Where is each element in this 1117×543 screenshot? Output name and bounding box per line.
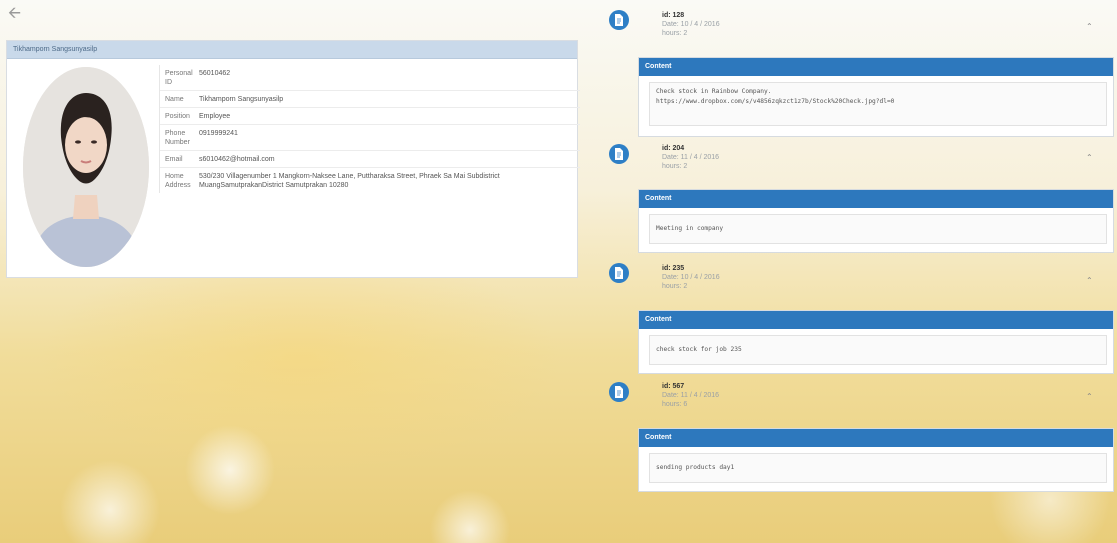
content-header: Content	[639, 429, 1113, 447]
profile-info: Personal ID 56010462 Name Tikhamporn San…	[159, 65, 580, 193]
entry-meta: id: 204 Date: 11 / 4 / 2016 hours: 2	[662, 144, 719, 171]
content-panel: Content Meeting in company	[638, 189, 1114, 253]
document-icon	[609, 144, 629, 164]
entry-date: Date: 11 / 4 / 2016	[662, 154, 720, 161]
content-header: Content	[639, 311, 1113, 329]
entry-hours: hours: 2	[662, 283, 688, 290]
chevron-up-icon[interactable]: ⌃	[1086, 392, 1093, 401]
back-arrow-icon[interactable]: 🡨	[8, 6, 21, 22]
entry-date: Date: 10 / 4 / 2016	[662, 21, 720, 28]
entry-meta: id: 235 Date: 10 / 4 / 2016 hours: 2	[662, 264, 720, 291]
content-panel: Content Check stock in Rainbow Company. …	[638, 57, 1114, 137]
field-value: 56010462	[199, 70, 231, 77]
content-header: Content	[639, 58, 1113, 76]
content-panel: Content sending products day1	[638, 428, 1114, 492]
content-text: Meeting in company	[649, 214, 1107, 244]
entry-meta: id: 128 Date: 10 / 4 / 2016 hours: 2	[662, 11, 720, 38]
content-header: Content	[639, 190, 1113, 208]
document-icon	[609, 382, 629, 402]
entry-id: id: 567	[662, 383, 685, 390]
field-value: Employee	[199, 113, 231, 120]
address-row: Home Address 530/230 Villagenumber 1 Man…	[160, 167, 580, 193]
position-row: Position Employee	[160, 107, 580, 124]
field-label: Position	[165, 113, 190, 120]
content-panel: Content check stock for job 235	[638, 310, 1114, 374]
profile-photo	[23, 67, 149, 267]
entry-meta: id: 567 Date: 11 / 4 / 2016 hours: 6	[662, 382, 719, 409]
content-text: Check stock in Rainbow Company. https://…	[649, 82, 1107, 126]
field-label: Personal ID	[165, 70, 193, 86]
chevron-up-icon[interactable]: ⌃	[1086, 276, 1093, 285]
entry-hours: hours: 6	[662, 401, 688, 408]
profile-card: Tikhamporn Sangsunyasilp Personal ID 560…	[6, 40, 580, 278]
content-text: sending products day1	[649, 453, 1107, 483]
entry-date: Date: 10 / 4 / 2016	[662, 274, 720, 281]
field-value: Tikhamporn Sangsunyasilp	[199, 96, 284, 103]
entry-id: id: 128	[662, 12, 685, 19]
entry-date: Date: 11 / 4 / 2016	[662, 392, 720, 399]
field-label: Home Address	[165, 173, 191, 189]
field-label: Name	[165, 96, 184, 103]
content-text: check stock for job 235	[649, 335, 1107, 365]
entry-hours: hours: 2	[662, 30, 688, 37]
entry-id: id: 204	[662, 145, 685, 152]
personal-id-row: Personal ID 56010462	[160, 65, 580, 90]
email-row: Email s6010462@hotmail.com	[160, 150, 580, 167]
phone-row: Phone Number 0919999241	[160, 124, 580, 150]
entry-id: id: 235	[662, 265, 685, 272]
profile-card-header: Tikhamporn Sangsunyasilp	[7, 41, 577, 59]
field-value: 0919999241	[199, 130, 238, 137]
field-label: Phone Number	[165, 130, 190, 146]
name-row: Name Tikhamporn Sangsunyasilp	[160, 90, 580, 107]
document-icon	[609, 10, 629, 30]
chevron-up-icon[interactable]: ⌃	[1086, 153, 1093, 162]
field-value: 530/230 Villagenumber 1 Mangkorn-Naksee …	[199, 173, 500, 189]
entry-hours: hours: 2	[662, 163, 688, 170]
document-icon	[609, 263, 629, 283]
chevron-up-icon[interactable]: ⌃	[1086, 22, 1093, 31]
field-label: Email	[165, 156, 183, 163]
field-value: s6010462@hotmail.com	[199, 156, 275, 163]
